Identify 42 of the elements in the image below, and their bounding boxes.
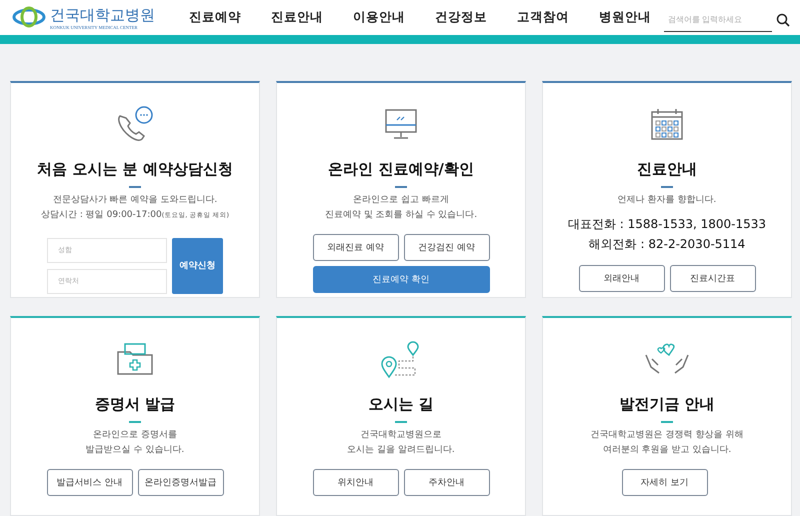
submit-button[interactable]: 예약신청 [172,238,223,294]
card-description: 발급받으실 수 있습니다. [86,444,184,456]
card-title: 발전기금 안내 [619,395,715,414]
card-title: 증명서 발급 [94,395,176,414]
card-description: 진료예약 및 조회를 하실 수 있습니다. [324,208,478,222]
nav-link[interactable]: 고객참여 [517,8,569,26]
card-title: 진료안내 [637,160,697,179]
outline-button[interactable]: 발급서비스 안내 [46,468,132,496]
monitor-icon [384,108,418,140]
logo-text: 건국대학교병원 [50,4,155,25]
outline-button[interactable]: 진료시간표 [670,264,756,292]
outline-button[interactable]: 외래진료 예약 [312,234,398,260]
outline-button[interactable]: 온라인증명서발급 [138,468,224,496]
card-title: 온라인 진료예약/확인 [328,160,474,179]
card-description: 여러분의 후원을 받고 있습니다. [602,444,732,456]
card-description: 온라인으로 쉽고 빠르게 [353,194,449,206]
card-description: 건국대학교병원은 경쟁력 향상을 위해 [590,428,744,442]
outline-button[interactable]: 자세히 보기 [622,468,708,496]
nav-link[interactable]: 병원안내 [599,8,651,26]
outline-button[interactable]: 위치안내 [312,468,398,496]
calendar-icon [650,107,684,141]
card-description: 건국대학교병원으로 [360,428,442,442]
primary-button[interactable]: 진료예약 확인 [312,266,490,292]
card-title: 오시는 길 [368,395,434,414]
nav-link[interactable]: 진료예약 [189,8,241,26]
outline-button[interactable]: 외래안내 [578,264,664,292]
phone-number: 해외전화 : 82-2-2030-5114 [588,236,746,252]
outline-button[interactable]: 건강검진 예약 [404,234,490,260]
folder-cross-icon [116,342,154,376]
nav-link[interactable]: 진료안내 [271,8,323,26]
search-field[interactable]: 검색어를 입력하세요 [664,8,772,32]
card-description: 언제나 환자를 향합니다. [618,194,716,206]
card-description: 온라인으로 증명서를 [93,428,177,442]
card-title: 처음 오시는 분 예약상담신청 [37,160,233,179]
nav-link[interactable]: 건강정보 [435,8,487,26]
nav-link[interactable]: 이용안내 [353,8,405,26]
logo-icon [12,6,46,28]
card-description: 전문상담사가 빠른 예약을 도와드립니다. [52,194,218,206]
search-icon[interactable] [776,13,790,28]
card-description: 오시는 길을 알려드립니다. [347,444,455,456]
phone-number: 대표전화 : 1588-1533, 1800-1533 [568,216,766,232]
outline-button[interactable]: 주차안내 [404,468,490,496]
